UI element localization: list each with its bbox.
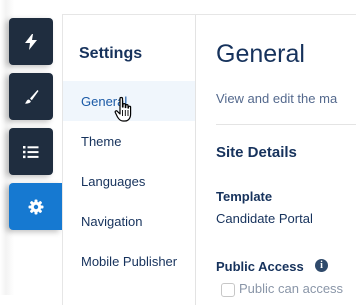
rail-button-list[interactable] [9, 128, 53, 175]
section-title-site-details: Site Details [216, 144, 297, 161]
gear-icon [28, 199, 43, 214]
public-access-checkbox-label: Public can access [239, 281, 344, 296]
settings-item-theme[interactable]: Theme [63, 121, 195, 161]
public-access-label: Public Access [216, 259, 304, 274]
divider [216, 124, 356, 125]
settings-item-label: Languages [81, 173, 146, 189]
brush-icon [25, 89, 39, 104]
rail-button-brush[interactable] [9, 73, 53, 120]
settings-item-languages[interactable]: Languages [63, 161, 195, 201]
settings-item-mobile-publisher[interactable]: Mobile Publisher [63, 241, 195, 281]
settings-item-label: Theme [81, 133, 122, 149]
template-label: Template [216, 189, 273, 204]
settings-item-navigation[interactable]: Navigation [63, 201, 195, 241]
settings-item-label: Navigation [81, 213, 143, 229]
left-rail [0, 0, 62, 295]
page-title: General [216, 40, 305, 68]
rail-button-settings[interactable] [9, 183, 62, 230]
main-content: General View and edit the ma Site Detail… [195, 14, 356, 305]
settings-panel: Settings General Theme Languages Navigat… [62, 14, 196, 305]
hand-cursor-icon [114, 96, 132, 122]
list-icon [23, 145, 39, 158]
rail-button-bolt[interactable] [9, 18, 53, 65]
template-value: Candidate Portal [216, 211, 313, 226]
page-subtitle: View and edit the ma [216, 91, 338, 106]
settings-title: Settings [79, 45, 143, 62]
bolt-icon [25, 33, 37, 50]
settings-item-label: Mobile Publisher [81, 253, 178, 269]
info-icon[interactable]: i [315, 259, 328, 272]
